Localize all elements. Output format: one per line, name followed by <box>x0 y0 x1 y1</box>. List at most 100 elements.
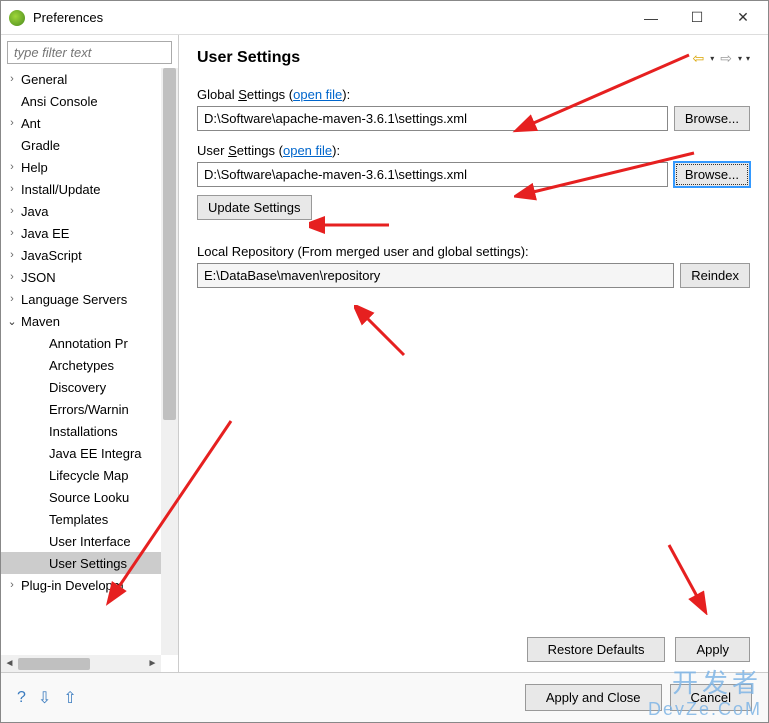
view-menu-caret[interactable]: ▾ <box>746 54 750 63</box>
tree-item-java-ee-integra[interactable]: Java EE Integra <box>1 442 161 464</box>
back-menu-caret[interactable]: ▾ <box>710 54 714 63</box>
tree-item-label: Ansi Console <box>19 94 100 109</box>
scroll-left-arrow[interactable]: ◄ <box>1 658 18 669</box>
vertical-scrollbar[interactable] <box>161 68 178 655</box>
main-area: ›GeneralAnsi Console›AntGradle›Help›Inst… <box>1 35 768 672</box>
chevron-right-icon[interactable]: › <box>5 227 19 239</box>
cancel-button[interactable]: Cancel <box>670 684 752 711</box>
help-icons: ? ⇩ ⇧ <box>17 688 77 708</box>
tree-item-label: Source Looku <box>47 490 131 505</box>
tree-item-gradle[interactable]: Gradle <box>1 134 161 156</box>
local-repository-input <box>197 263 674 288</box>
scroll-right-arrow[interactable]: ► <box>144 658 161 669</box>
tree-item-help[interactable]: ›Help <box>1 156 161 178</box>
user-settings-input[interactable] <box>197 162 668 187</box>
tree-item-label: Plug-in Developm <box>19 578 126 593</box>
apply-and-close-button[interactable]: Apply and Close <box>525 684 662 711</box>
tree-item-label: Errors/Warnin <box>47 402 131 417</box>
user-open-file-link[interactable]: open file <box>283 143 332 158</box>
forward-menu-caret[interactable]: ▾ <box>738 54 742 63</box>
tree-item-label: JavaScript <box>19 248 84 263</box>
tree-item-install-update[interactable]: ›Install/Update <box>1 178 161 200</box>
horizontal-scroll-thumb[interactable] <box>18 658 90 670</box>
forward-arrow-icon[interactable]: ⇨ <box>718 50 734 67</box>
tree-item-label: Install/Update <box>19 182 103 197</box>
global-settings-input[interactable] <box>197 106 668 131</box>
tree-item-language-servers[interactable]: ›Language Servers <box>1 288 161 310</box>
tree-item-archetypes[interactable]: Archetypes <box>1 354 161 376</box>
back-arrow-icon[interactable]: ⇦ <box>690 50 706 67</box>
eclipse-icon <box>9 10 25 26</box>
tree-item-plug-in-developm[interactable]: ›Plug-in Developm <box>1 574 161 596</box>
nav-history: ⇦ ▾ ⇨ ▾ ▾ <box>690 50 750 67</box>
content-header: User Settings ⇦▾ ⇨▾ ▾ <box>197 49 750 67</box>
tree-item-label: Annotation Pr <box>47 336 130 351</box>
tree-item-label: Language Servers <box>19 292 129 307</box>
tree-item-user-interface[interactable]: User Interface <box>1 530 161 552</box>
tree-item-label: Lifecycle Map <box>47 468 130 483</box>
tree-item-errors-warnin[interactable]: Errors/Warnin <box>1 398 161 420</box>
apply-button[interactable]: Apply <box>675 637 750 662</box>
tree-item-installations[interactable]: Installations <box>1 420 161 442</box>
tree-item-json[interactable]: ›JSON <box>1 266 161 288</box>
global-browse-button[interactable]: Browse... <box>674 106 750 131</box>
tree-item-label: Help <box>19 160 50 175</box>
tree-item-discovery[interactable]: Discovery <box>1 376 161 398</box>
restore-defaults-button[interactable]: Restore Defaults <box>527 637 666 662</box>
tree-item-label: Discovery <box>47 380 108 395</box>
annotation-arrow <box>354 305 424 365</box>
chevron-right-icon[interactable]: › <box>5 249 19 261</box>
chevron-right-icon[interactable]: › <box>5 117 19 129</box>
vertical-scroll-thumb[interactable] <box>163 68 176 420</box>
chevron-right-icon[interactable]: › <box>5 579 19 591</box>
horizontal-scrollbar[interactable]: ◄ ► <box>1 655 161 672</box>
user-browse-button[interactable]: Browse... <box>674 162 750 187</box>
tree-item-label: Java EE <box>19 226 71 241</box>
tree-item-label: Maven <box>19 314 62 329</box>
maximize-button[interactable]: ☐ <box>674 2 720 34</box>
update-settings-button[interactable]: Update Settings <box>197 195 312 220</box>
global-settings-label: Global Settings (open file): <box>197 87 750 102</box>
chevron-right-icon[interactable]: › <box>5 293 19 305</box>
annotation-arrow <box>659 535 719 615</box>
tree-item-lifecycle-map[interactable]: Lifecycle Map <box>1 464 161 486</box>
global-open-file-link[interactable]: open file <box>293 87 342 102</box>
local-repository-row: Reindex <box>197 263 750 288</box>
tree-item-label: User Settings <box>47 556 129 571</box>
tree-item-source-looku[interactable]: Source Looku <box>1 486 161 508</box>
filter-input[interactable] <box>7 41 172 64</box>
minimize-button[interactable]: — <box>628 2 674 34</box>
dialog-button-bar: ? ⇩ ⇧ Apply and Close Cancel <box>1 672 768 722</box>
chevron-right-icon[interactable]: › <box>5 73 19 85</box>
sidebar: ›GeneralAnsi Console›AntGradle›Help›Inst… <box>1 35 179 672</box>
close-button[interactable]: ✕ <box>720 2 766 34</box>
tree-item-label: Java <box>19 204 50 219</box>
tree-item-label: Archetypes <box>47 358 116 373</box>
tree-item-annotation-pr[interactable]: Annotation Pr <box>1 332 161 354</box>
tree-item-label: Gradle <box>19 138 62 153</box>
chevron-right-icon[interactable]: › <box>5 205 19 217</box>
window-title: Preferences <box>33 10 628 25</box>
tree-item-general[interactable]: ›General <box>1 68 161 90</box>
export-icon[interactable]: ⇧ <box>63 688 76 708</box>
chevron-right-icon[interactable]: › <box>5 271 19 283</box>
tree-item-label: General <box>19 72 69 87</box>
tree-item-ant[interactable]: ›Ant <box>1 112 161 134</box>
chevron-right-icon[interactable]: › <box>5 183 19 195</box>
tree-item-java[interactable]: ›Java <box>1 200 161 222</box>
chevron-right-icon[interactable]: › <box>5 161 19 173</box>
reindex-button[interactable]: Reindex <box>680 263 750 288</box>
content-panel: User Settings ⇦▾ ⇨▾ ▾ Global Settings (o… <box>179 35 768 672</box>
tree-item-templates[interactable]: Templates <box>1 508 161 530</box>
tree-item-ansi-console[interactable]: Ansi Console <box>1 90 161 112</box>
tree-container: ›GeneralAnsi Console›AntGradle›Help›Inst… <box>1 68 178 672</box>
tree-item-javascript[interactable]: ›JavaScript <box>1 244 161 266</box>
tree-item-user-settings[interactable]: User Settings <box>1 552 161 574</box>
help-icon[interactable]: ? <box>17 689 26 707</box>
chevron-down-icon[interactable]: ⌄ <box>5 315 19 328</box>
tree-item-maven[interactable]: ⌄Maven <box>1 310 161 332</box>
tree-item-label: JSON <box>19 270 58 285</box>
tree-item-java-ee[interactable]: ›Java EE <box>1 222 161 244</box>
preferences-tree[interactable]: ›GeneralAnsi Console›AntGradle›Help›Inst… <box>1 68 161 655</box>
import-icon[interactable]: ⇩ <box>38 688 51 708</box>
